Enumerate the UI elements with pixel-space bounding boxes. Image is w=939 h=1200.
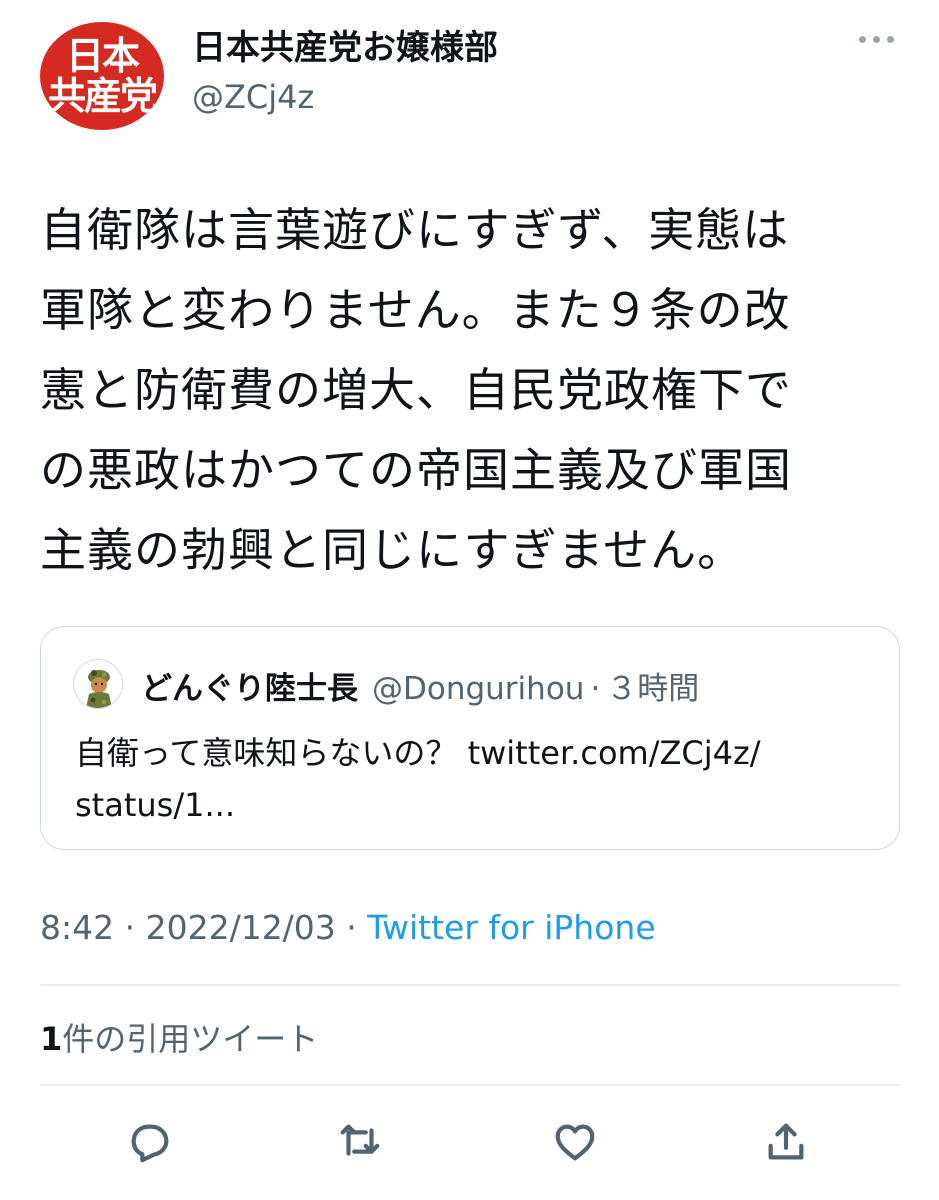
reply-icon bbox=[131, 1124, 169, 1163]
share-button[interactable] bbox=[756, 1112, 816, 1172]
avatar-text-line1: 日本 bbox=[65, 34, 140, 78]
more-dot bbox=[887, 36, 894, 43]
tweet-meta: 8:42 · 2022/12/03 · Twitter for iPhone bbox=[40, 908, 656, 947]
more-dot bbox=[873, 36, 880, 43]
tweet-source-link[interactable]: Twitter for iPhone bbox=[367, 908, 655, 947]
quote-count-number: 1 bbox=[40, 1020, 63, 1058]
quote-count-label: 件の引用ツイート bbox=[62, 1020, 319, 1058]
quote-tweet-count[interactable]: 1件の引用ツイート bbox=[40, 1014, 318, 1060]
tweet-text-line: の悪政はかつての帝国主義及び軍国 bbox=[40, 443, 792, 497]
tweet-text-line: 主義の勃興と同じにすぎません。 bbox=[40, 523, 745, 577]
avatar-text-line2: 共産党 bbox=[47, 74, 158, 118]
quoted-header: どんぐり陸士長 @Dongurihou · ３時間 bbox=[141, 663, 699, 708]
quoted-text-line: 自衛って意味知らないの？ twitter.com/ZCj4z/ bbox=[75, 734, 761, 772]
tweet-text-line: 自衛隊は言葉遊びにすぎず、実態は bbox=[40, 203, 790, 257]
quoted-text-line: status/1... bbox=[75, 786, 235, 824]
quoted-separator: · bbox=[590, 671, 601, 707]
author-name[interactable]: 日本共産党お嬢様部 bbox=[192, 26, 498, 70]
heart-icon bbox=[555, 1124, 595, 1161]
like-button[interactable] bbox=[545, 1112, 605, 1172]
avatar[interactable]: 日本 共産党 bbox=[40, 22, 164, 130]
tweet-time[interactable]: 8:42 bbox=[40, 908, 114, 947]
quoted-timestamp: ３時間 bbox=[606, 671, 700, 707]
quoted-avatar bbox=[73, 659, 123, 709]
divider bbox=[40, 1084, 900, 1086]
tweet-date[interactable]: 2022/12/03 bbox=[146, 908, 336, 947]
action-bar bbox=[40, 1112, 900, 1172]
meta-separator: · bbox=[114, 908, 146, 947]
meta-separator: · bbox=[335, 908, 368, 947]
soldier-avatar-icon bbox=[86, 670, 112, 708]
tweet-text: 自衛隊は言葉遊びにすぎず、実態は 軍隊と変わりません。また９条の改 憲と防衛費の… bbox=[40, 190, 900, 590]
quoted-author-handle: @Dongurihou bbox=[372, 671, 585, 707]
quoted-text: 自衛って意味知らないの？ twitter.com/ZCj4z/ status/1… bbox=[75, 727, 875, 831]
tweet-header: 日本 共産党 日本共産党お嬢様部 @ZCj4z bbox=[40, 22, 900, 132]
author-handle[interactable]: @ZCj4z bbox=[192, 74, 498, 120]
retweet-button[interactable] bbox=[330, 1112, 390, 1172]
tweet-text-line: 憲と防衛費の増大、自民党政権下で bbox=[40, 363, 792, 417]
retweet-icon bbox=[340, 1124, 380, 1156]
more-dot bbox=[859, 36, 866, 43]
divider bbox=[40, 984, 900, 986]
reply-button[interactable] bbox=[120, 1112, 180, 1172]
quoted-author-name: どんぐり陸士長 bbox=[141, 671, 358, 707]
quoted-tweet[interactable]: どんぐり陸士長 @Dongurihou · ３時間 自衛って意味知らないの？ t… bbox=[40, 626, 900, 850]
share-icon bbox=[768, 1123, 804, 1160]
author-info: 日本共産党お嬢様部 @ZCj4z bbox=[192, 26, 498, 120]
more-options-icon[interactable] bbox=[859, 36, 894, 43]
tweet-text-line: 軍隊と変わりません。また９条の改 bbox=[40, 283, 791, 337]
